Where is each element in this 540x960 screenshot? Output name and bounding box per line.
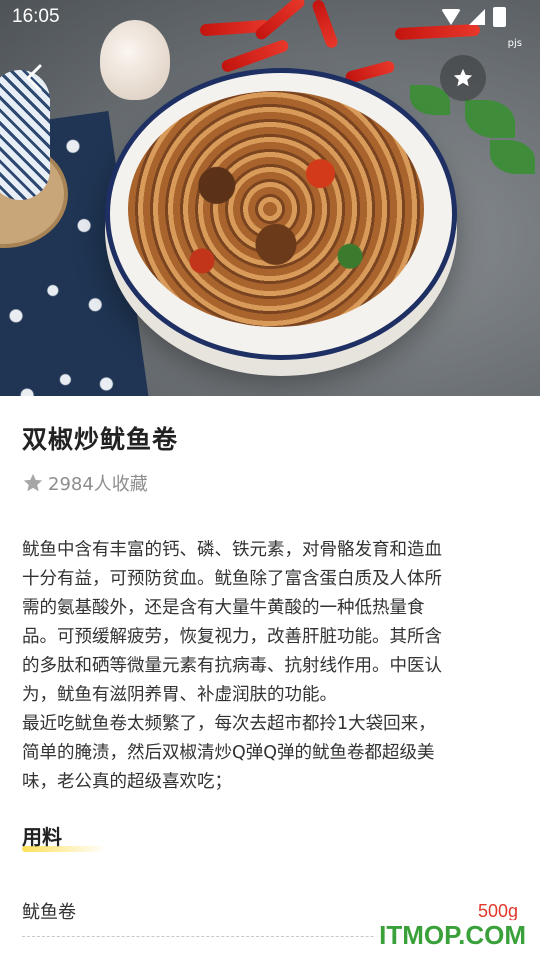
status-corner-label: pjs: [507, 38, 522, 49]
wifi-icon: [441, 9, 461, 25]
status-bar: 16:05 pjs: [0, 0, 540, 49]
favorites-count-text: 2984人收藏: [48, 474, 148, 495]
recipe-title: 双椒炒鱿鱼卷: [22, 425, 179, 454]
signal-icon: [469, 9, 485, 25]
dish-bowl: [105, 68, 457, 360]
favorites-count: 2984人收藏: [22, 470, 522, 496]
recipe-description: 鱿鱼中含有丰富的钙、磷、铁元素，对骨骼发育和造血 十分有益，可预防贫血。鱿鱼除了…: [22, 540, 442, 792]
ingredients-title-text: 用料: [22, 825, 62, 849]
back-button[interactable]: [20, 62, 48, 94]
recipe-content: 双椒炒鱿鱼卷 2984人收藏 鱿鱼中含有丰富的钙、磷、铁元素，对骨骼发育和造血 …: [22, 396, 522, 852]
status-icons: [441, 7, 506, 27]
ingredient-name: 鱿鱼卷: [22, 902, 76, 923]
status-time: 16:05: [12, 6, 60, 27]
squid-stir-fry: [128, 91, 424, 327]
ingredients-section-title: 用料: [22, 821, 106, 852]
star-icon: [453, 68, 473, 87]
hero-image: 16:05 pjs: [0, 0, 540, 396]
cilantro-decor: [490, 140, 535, 174]
star-icon: [23, 473, 43, 492]
battery-icon: [493, 7, 506, 27]
chevron-left-icon: [26, 64, 42, 92]
favorite-button[interactable]: [440, 55, 486, 101]
watermark-text: ITMOP.COM: [375, 920, 530, 951]
ingredient-amount: 500g: [477, 900, 518, 921]
cilantro-decor: [465, 100, 515, 138]
